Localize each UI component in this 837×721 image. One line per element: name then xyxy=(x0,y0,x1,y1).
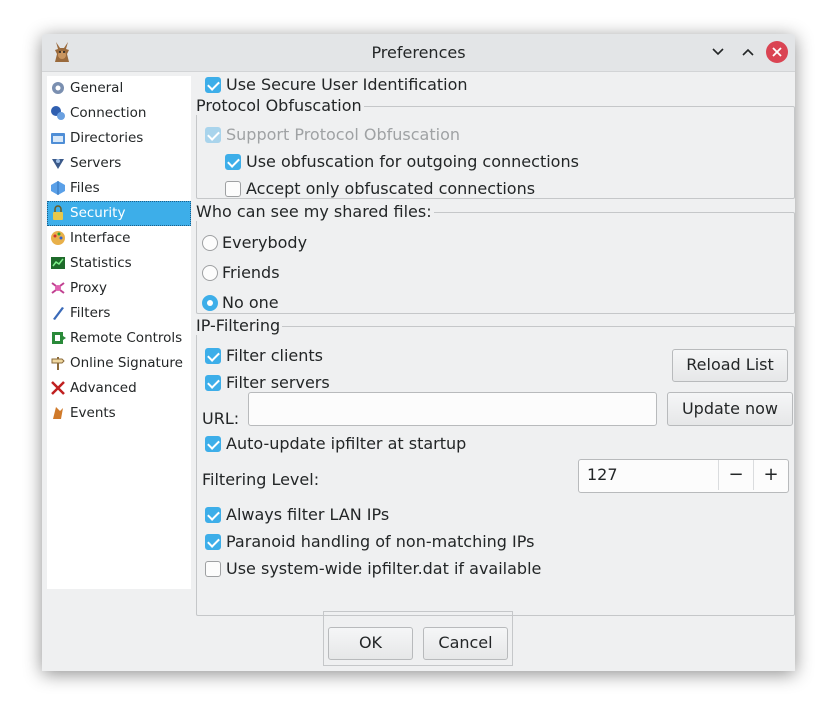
sidebar-item-label: Directories xyxy=(70,130,144,146)
radio-everybody-label: Everybody xyxy=(222,233,308,252)
sidebar-item-label: Connection xyxy=(70,105,147,121)
sidebar-item-online-signature[interactable]: Online Signature xyxy=(47,351,191,376)
minimize-icon[interactable] xyxy=(708,42,728,62)
secure-ident-label: Use Secure User Identification xyxy=(226,75,468,94)
system-wide-ipfilter-label: Use system-wide ipfilter.dat if availabl… xyxy=(226,559,542,578)
filter-clients-checkbox[interactable] xyxy=(205,348,221,364)
only-obfuscated-label: Accept only obfuscated connections xyxy=(246,179,536,198)
sidebar-item-label: Online Signature xyxy=(70,355,183,371)
support-obfuscation-label: Support Protocol Obfuscation xyxy=(226,125,461,144)
ok-button[interactable]: OK xyxy=(328,627,413,660)
outgoing-obfuscation-checkbox[interactable] xyxy=(225,154,241,170)
server-icon xyxy=(52,159,64,169)
paranoid-label: Paranoid handling of non-matching IPs xyxy=(226,532,535,551)
filter-lan-label: Always filter LAN IPs xyxy=(226,505,390,524)
sidebar-item-servers[interactable]: Servers xyxy=(47,151,191,176)
filtering-level-label: Filtering Level: xyxy=(202,470,320,489)
sidebar-item-security[interactable]: Security xyxy=(47,201,191,226)
folder-icon xyxy=(51,133,65,144)
shared-files-visibility-group xyxy=(196,212,795,314)
sidebar-item-label: General xyxy=(70,80,124,96)
sidebar-item-files[interactable]: Files xyxy=(47,176,191,201)
sidebar-item-label: Files xyxy=(70,180,100,196)
radio-friends[interactable] xyxy=(202,265,218,281)
filtering-level-value: 127 xyxy=(587,465,618,484)
preferences-window: Preferences General Connection Directori… xyxy=(42,34,795,671)
sidebar-item-label: Proxy xyxy=(70,280,107,296)
maximize-icon[interactable] xyxy=(738,42,758,62)
paranoid-checkbox[interactable] xyxy=(205,534,221,550)
signpost-icon xyxy=(51,357,65,370)
sidebar-item-interface[interactable]: Interface xyxy=(47,226,191,251)
radio-everybody[interactable] xyxy=(202,235,218,251)
outgoing-obfuscation-label: Use obfuscation for outgoing connections xyxy=(246,152,579,171)
security-settings-panel: Use Secure User Identification Protocol … xyxy=(196,72,795,632)
filter-servers-checkbox[interactable] xyxy=(205,375,221,391)
window-title: Preferences xyxy=(371,43,466,62)
sidebar-item-statistics[interactable]: Statistics xyxy=(47,251,191,276)
shared-files-title: Who can see my shared files: xyxy=(196,202,434,221)
events-icon xyxy=(53,407,63,419)
gear-icon xyxy=(52,82,64,94)
sidebar-item-label: Advanced xyxy=(70,380,137,396)
palette-icon xyxy=(51,231,65,245)
sidebar-item-label: Events xyxy=(70,405,116,421)
filter-clients-label: Filter clients xyxy=(226,346,323,365)
sidebar-item-directories[interactable]: Directories xyxy=(47,126,191,151)
ip-filtering-title: IP-Filtering xyxy=(196,316,283,335)
filter-icon xyxy=(53,307,64,320)
sidebar-item-label: Filters xyxy=(70,305,111,321)
secure-ident-checkbox[interactable] xyxy=(205,77,221,93)
only-obfuscated-checkbox[interactable] xyxy=(225,181,241,197)
sidebar-item-general[interactable]: General xyxy=(47,76,191,101)
title-bar[interactable]: Preferences xyxy=(42,34,795,72)
tools-icon xyxy=(51,381,65,395)
filter-lan-checkbox[interactable] xyxy=(205,507,221,523)
protocol-obfuscation-title: Protocol Obfuscation xyxy=(196,96,364,115)
sidebar-item-label: Security xyxy=(70,205,126,221)
sidebar-item-events[interactable]: Events xyxy=(47,401,191,426)
auto-update-label: Auto-update ipfilter at startup xyxy=(226,434,467,453)
sidebar-item-label: Remote Controls xyxy=(70,330,183,346)
auto-update-checkbox[interactable] xyxy=(205,436,221,452)
radio-no-one[interactable] xyxy=(202,295,218,311)
chart-icon xyxy=(51,257,65,269)
sidebar-item-label: Interface xyxy=(70,230,131,246)
filter-servers-label: Filter servers xyxy=(226,373,330,392)
lock-icon xyxy=(53,205,63,220)
decrement-button[interactable]: − xyxy=(718,460,753,490)
remote-icon xyxy=(52,332,66,344)
radio-no-one-label: No one xyxy=(222,293,279,312)
sidebar-item-proxy[interactable]: Proxy xyxy=(47,276,191,301)
radio-friends-label: Friends xyxy=(222,263,280,282)
file-icon xyxy=(51,181,65,195)
update-now-button[interactable]: Update now xyxy=(667,392,793,426)
sidebar-item-connection[interactable]: Connection xyxy=(47,101,191,126)
sidebar-item-label: Statistics xyxy=(70,255,132,271)
preferences-category-list[interactable]: General Connection Directories Servers F… xyxy=(47,76,191,589)
reload-list-button[interactable]: Reload List xyxy=(672,349,788,382)
support-obfuscation-checkbox[interactable] xyxy=(205,127,221,143)
sidebar-item-filters[interactable]: Filters xyxy=(47,301,191,326)
increment-button[interactable]: + xyxy=(753,460,788,490)
proxy-icon xyxy=(51,282,65,294)
cancel-button[interactable]: Cancel xyxy=(423,627,508,660)
sidebar-item-remote-controls[interactable]: Remote Controls xyxy=(47,326,191,351)
sidebar-item-advanced[interactable]: Advanced xyxy=(47,376,191,401)
url-label: URL: xyxy=(202,409,240,428)
close-icon[interactable] xyxy=(766,41,788,63)
connection-icon xyxy=(51,106,65,120)
ipfilter-url-input[interactable] xyxy=(248,392,657,426)
filtering-level-spinbox[interactable]: 127 − + xyxy=(578,459,789,493)
sidebar-item-label: Servers xyxy=(70,155,122,171)
system-wide-ipfilter-checkbox[interactable] xyxy=(205,561,221,577)
